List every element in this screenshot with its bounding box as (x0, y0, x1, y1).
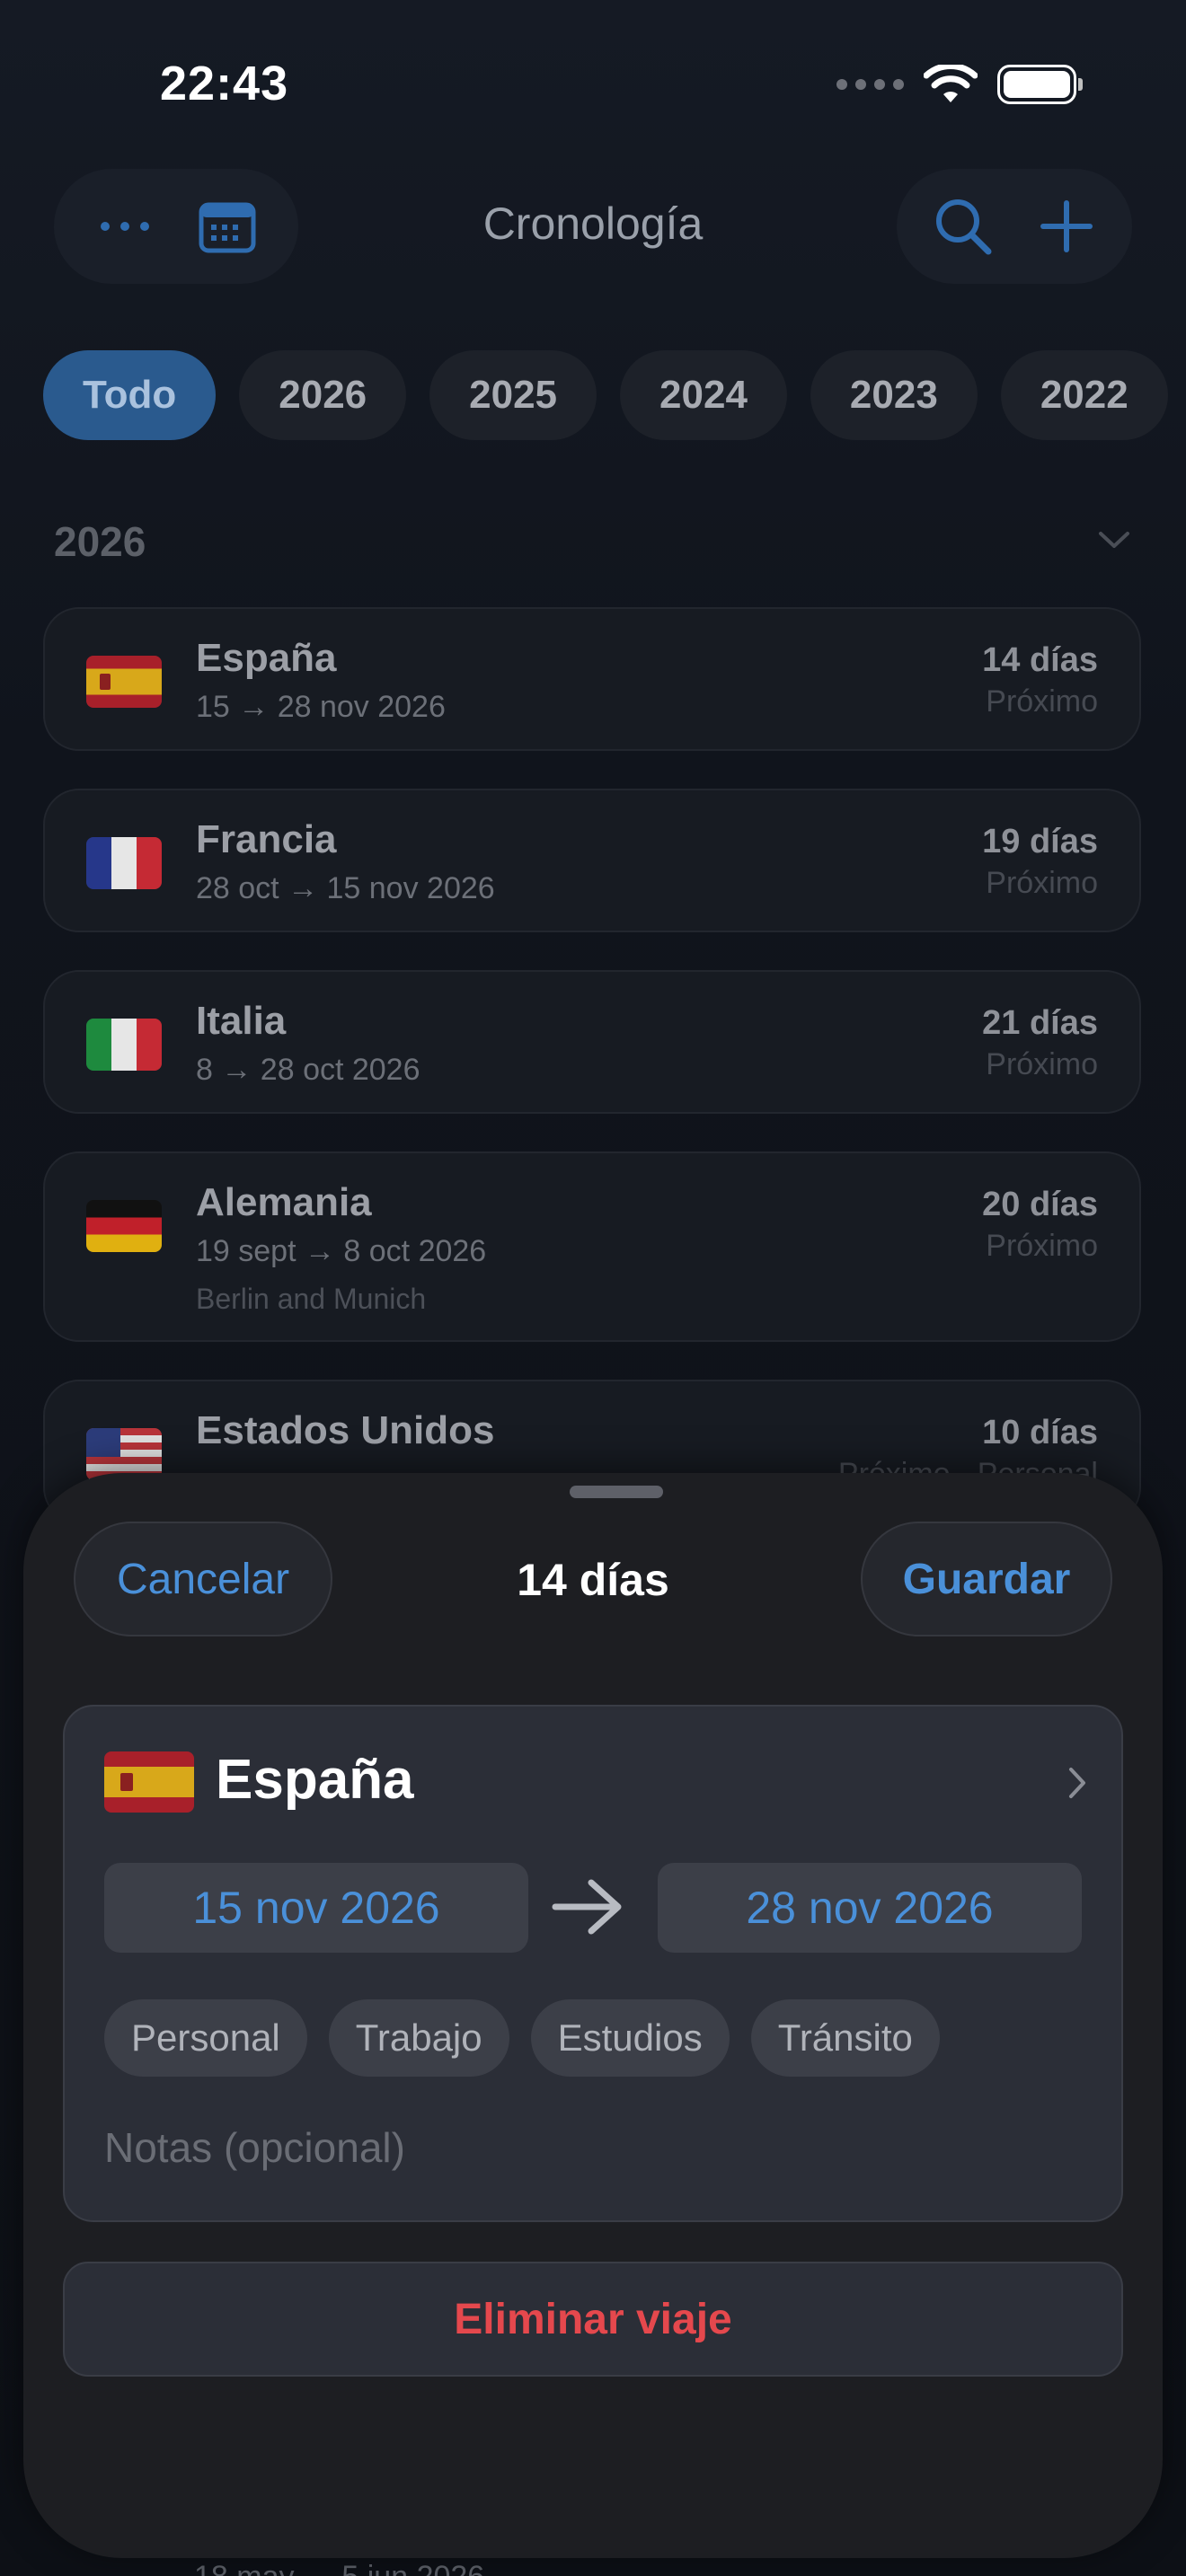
trip-status: Próximo (986, 1229, 1098, 1263)
trip-dates: 18 may → 5 jun 2026 (194, 2560, 484, 2576)
battery-icon (997, 65, 1083, 104)
year-chip-todo[interactable]: Todo (43, 350, 217, 440)
trip-dates: 8 → 28 oct 2026 (196, 1053, 420, 1087)
wifi-icon (924, 65, 978, 104)
year-filter-bar: Todo 2026 2025 2024 2023 2022 (43, 350, 1168, 440)
status-indicators (836, 65, 1083, 104)
save-button[interactable]: Guardar (861, 1522, 1112, 1636)
trip-dates: 15 → 28 nov 2026 (196, 690, 446, 724)
trip-type-tags: Personal Trabajo Estudios Tránsito (104, 1999, 940, 2077)
trip-country: Italia (196, 999, 287, 1043)
tag-estudios[interactable]: Estudios (530, 1999, 730, 2077)
trip-country: España (196, 636, 337, 680)
trip-days: 21 días (982, 1004, 1098, 1042)
edit-trip-sheet: Cancelar 14 días Guardar España 15 nov 2… (23, 1473, 1163, 2558)
end-date-button[interactable]: 28 nov 2026 (658, 1863, 1082, 1953)
arrow-right-icon (552, 1875, 624, 1943)
spain-flag-icon (104, 1751, 194, 1813)
year-chip-2023[interactable]: 2023 (810, 350, 978, 440)
tag-personal[interactable]: Personal (104, 1999, 307, 2077)
plus-icon[interactable] (1022, 181, 1111, 271)
trip-card[interactable]: España 15 → 28 nov 2026 14 días Próximo (43, 607, 1141, 751)
chevron-right-icon[interactable] (1067, 1766, 1087, 1804)
nav-right-group (897, 169, 1132, 284)
year-chip-2026[interactable]: 2026 (239, 350, 407, 440)
france-flag-icon (86, 837, 162, 889)
year-chip-2024[interactable]: 2024 (620, 350, 787, 440)
tag-transito[interactable]: Tránsito (750, 1999, 940, 2077)
trip-country: Estados Unidos (196, 1408, 495, 1452)
trip-note: Berlin and Munich (196, 1283, 427, 1315)
chevron-down-icon[interactable] (1098, 530, 1130, 554)
trip-status: Próximo (986, 1047, 1098, 1081)
trip-card[interactable]: Italia 8 → 28 oct 2026 21 días Próximo (43, 970, 1141, 1114)
trip-form: España 15 nov 2026 28 nov 2026 Personal … (63, 1705, 1123, 2222)
trip-days: 14 días (982, 641, 1098, 679)
spain-flag-icon (86, 656, 162, 708)
trip-days: 20 días (982, 1186, 1098, 1223)
status-time: 22:43 (160, 57, 289, 110)
trip-country: Alemania (196, 1180, 372, 1224)
trip-dates: 19 sept → 8 oct 2026 (196, 1234, 487, 1268)
germany-flag-icon (86, 1200, 162, 1252)
search-icon[interactable] (918, 181, 1008, 271)
tag-trabajo[interactable]: Trabajo (328, 1999, 509, 2077)
start-date-button[interactable]: 15 nov 2026 (104, 1863, 528, 1953)
italy-flag-icon (86, 1019, 162, 1071)
cellular-signal-icon (836, 79, 904, 90)
notes-field[interactable]: Notas (opcional) (104, 2123, 405, 2172)
trip-card[interactable]: Francia 28 oct → 15 nov 2026 19 días Pró… (43, 789, 1141, 932)
app-screen: 22:43 Cronología Todo 2026 2025 2024 202… (0, 0, 1186, 2576)
sheet-grabber[interactable] (570, 1486, 663, 1498)
section-header-year: 2026 (54, 518, 146, 565)
trip-card-peek: 18 may → 5 jun 2026 (43, 2560, 1141, 2576)
country-selector[interactable]: España (216, 1748, 414, 1812)
trip-status: Próximo (986, 866, 1098, 900)
year-chip-2022[interactable]: 2022 (1000, 350, 1168, 440)
delete-trip-button[interactable]: Eliminar viaje (63, 2262, 1123, 2377)
trip-country: Francia (196, 817, 337, 861)
trip-status: Próximo (986, 684, 1098, 719)
trip-days: 10 días (982, 1414, 1098, 1451)
trip-dates: 28 oct → 15 nov 2026 (196, 871, 495, 905)
year-chip-2025[interactable]: 2025 (429, 350, 597, 440)
trip-days: 19 días (982, 823, 1098, 860)
trip-card[interactable]: Alemania 19 sept → 8 oct 2026 Berlin and… (43, 1151, 1141, 1342)
